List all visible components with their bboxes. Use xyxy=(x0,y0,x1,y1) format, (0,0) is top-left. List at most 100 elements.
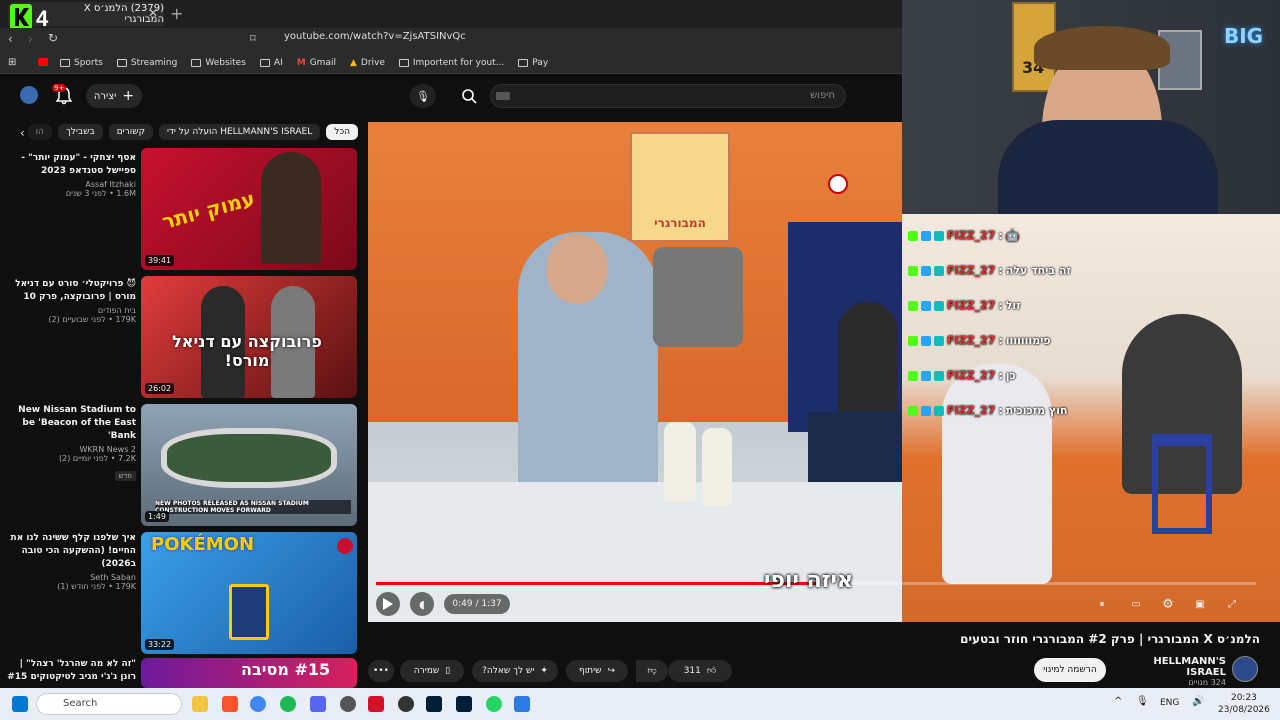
duration-badge: 33:22 xyxy=(145,639,175,650)
captions-button[interactable]: ▭ xyxy=(1124,592,1148,616)
no-smoking-sign xyxy=(828,174,848,194)
bookmark-drive[interactable]: ▲ Drive xyxy=(350,58,385,68)
account-avatar[interactable] xyxy=(20,86,38,104)
close-tab-icon[interactable]: ✕ xyxy=(148,6,158,20)
chip-related[interactable]: קשורים xyxy=(108,124,153,140)
kick-badge-icon xyxy=(908,230,918,241)
video-title[interactable]: איך שלפנו קלף ששינה לנו את החיים! (ההשקע… xyxy=(6,532,136,571)
man-head xyxy=(546,234,608,304)
video-title[interactable]: New Nissan Stadium to be 'Beacon of the … xyxy=(6,404,136,443)
subscriber-count: 324 מנויים xyxy=(1188,678,1226,687)
taskbar-search[interactable]: Search xyxy=(36,693,182,715)
video-title[interactable]: 😈 פרויקטלי׳ סורט עם דניאל מורס | פרובוקצ… xyxy=(6,278,136,304)
more-actions-button[interactable]: ••• xyxy=(368,660,394,682)
obs-icon[interactable] xyxy=(398,696,414,712)
spotify-icon[interactable] xyxy=(280,696,296,712)
mic-tray-icon[interactable]: 🎙 xyxy=(1136,696,1149,707)
volume-button[interactable]: ◖ xyxy=(410,592,434,616)
kick-badge-icon xyxy=(908,335,918,346)
keyboard-icon[interactable] xyxy=(496,92,510,100)
back-icon[interactable]: ‹ xyxy=(8,32,13,46)
search-input[interactable]: חיפוש xyxy=(490,84,846,108)
apps-grid-icon[interactable]: ⊞ xyxy=(8,57,16,68)
discord-icon[interactable] xyxy=(310,696,326,712)
sub-badge-icon xyxy=(921,300,931,311)
chat-message: FIZZ_27: פימווווווו xyxy=(908,323,1092,358)
clock-time: 20:23 xyxy=(1230,693,1257,703)
gift-badge-icon xyxy=(934,230,944,241)
chip-more[interactable]: הו xyxy=(27,124,52,140)
dislike-button[interactable]: 👎︎ xyxy=(636,660,668,682)
fullscreen-button[interactable]: ⤢ xyxy=(1220,592,1244,616)
brave-icon[interactable] xyxy=(222,696,238,712)
bookmark-websites[interactable]: Websites xyxy=(191,58,246,68)
video-thumbnail[interactable]: NEW PHOTOS RELEASED AS NISSAN STADIUM CO… xyxy=(141,404,357,526)
channel-name[interactable]: WKRN News 2 xyxy=(6,445,137,454)
notepad-icon[interactable] xyxy=(514,696,530,712)
whatsapp-icon[interactable] xyxy=(486,696,502,712)
related-video[interactable]: "זה לא מה שהרגל' רצהל" | רונן ג'ג'י מגיב… xyxy=(0,658,360,688)
pause-toggle-button[interactable]: ⏸ xyxy=(1090,592,1114,616)
channel-name[interactable]: Seth Saban xyxy=(6,573,136,582)
subscribe-button[interactable]: הרשמה למינוי xyxy=(1034,658,1106,682)
microphone-icon: 🎙 xyxy=(416,89,430,103)
new-tab-icon[interactable]: + xyxy=(170,4,183,23)
save-button[interactable]: ▯ שמירה xyxy=(400,660,464,682)
language-indicator[interactable]: ENG xyxy=(1160,698,1179,708)
photoshop-icon[interactable] xyxy=(456,696,472,712)
system-clock[interactable]: 20:23 23/08/2026 xyxy=(1218,692,1270,716)
video-thumbnail[interactable]: עמוק יותר 39:41 xyxy=(141,148,357,270)
video-stats: 7.2K • לפני יומיים (2) xyxy=(58,454,136,463)
chip-uploaded-by[interactable]: HELLMANN'S ISRAEL הועלה על ידי xyxy=(158,124,321,140)
video-thumbnail[interactable]: #15 מסיבה xyxy=(141,658,357,688)
like-button[interactable]: 👍︎ 311 xyxy=(668,660,732,682)
theater-button[interactable]: ▣ xyxy=(1188,592,1212,616)
mayo-bottle xyxy=(664,422,696,502)
youtube-bookmark-icon[interactable] xyxy=(38,58,48,66)
channel-info[interactable]: HELLMANN'S ISRAEL 324 מנויים xyxy=(1120,656,1226,687)
bookmarks-bar: ⊞ Sports Streaming Websites AI M Gmail ▲ D… xyxy=(0,52,902,74)
reload-icon[interactable]: ↻ xyxy=(48,31,58,45)
volume-tray-icon[interactable]: 🔊 xyxy=(1192,696,1204,707)
channel-name[interactable]: Assaf Itzhaki xyxy=(6,180,136,189)
search-button[interactable] xyxy=(452,84,486,108)
bookmark-importent[interactable]: Importent for yout... xyxy=(398,58,504,68)
video-thumbnail[interactable]: פרובוקצה עם דניאל מורס! 26:02 xyxy=(141,276,357,398)
chip-all[interactable]: הכל xyxy=(326,124,358,140)
card-shape xyxy=(229,584,269,640)
play-button[interactable] xyxy=(376,592,400,616)
channel-avatar[interactable] xyxy=(1232,656,1258,682)
bookmark-gmail[interactable]: M Gmail xyxy=(297,58,336,68)
settings-icon[interactable] xyxy=(340,696,356,712)
chrome-icon[interactable] xyxy=(250,696,266,712)
stadium-shape xyxy=(161,428,337,488)
bookmark-ai[interactable]: AI xyxy=(259,58,283,68)
video-player[interactable]: המבורגרי xyxy=(368,122,902,622)
url-field[interactable]: youtube.com/watch?v=ZjsATSINvQc xyxy=(284,31,466,42)
channel-name-main[interactable]: HELLMANN'S ISRAEL xyxy=(1120,656,1226,678)
bookmark-sports[interactable]: Sports xyxy=(60,58,103,68)
bookmark-icon[interactable]: ⌑ xyxy=(250,32,256,45)
bookmark-streaming[interactable]: Streaming xyxy=(116,58,177,68)
tray-chevron-icon[interactable]: ^ xyxy=(1114,696,1122,707)
forward-icon[interactable]: › xyxy=(28,32,33,46)
channel-name[interactable]: בית הפודים xyxy=(6,306,136,315)
video-title[interactable]: אסף יצחקי - "עמוק יותר" - ספיישל סטנדאפ … xyxy=(6,152,136,178)
settings-button[interactable]: ⚙ xyxy=(1156,592,1180,616)
create-button[interactable]: יצירה + xyxy=(86,84,142,108)
folder-icon xyxy=(259,58,270,67)
video-title[interactable]: "זה לא מה שהרגל' רצהל" | רונן ג'ג'י מגיב… xyxy=(6,658,136,684)
kick-badge-icon xyxy=(908,405,918,416)
file-explorer-icon[interactable] xyxy=(192,696,208,712)
share-button[interactable]: ↪ שיתוף xyxy=(566,660,628,682)
chat-username: FIZZ_27 xyxy=(947,404,996,417)
premiere-icon[interactable] xyxy=(426,696,442,712)
chip-for-you[interactable]: בשבילך xyxy=(57,124,103,140)
fullscreen-icon: ⤢ xyxy=(1228,598,1236,610)
windows-start-icon[interactable] xyxy=(12,696,28,712)
app-icon[interactable] xyxy=(368,696,384,712)
video-thumbnail[interactable]: POKÉMON 33:22 xyxy=(141,532,357,654)
bookmark-pay[interactable]: Pay xyxy=(518,58,548,68)
voice-search-button[interactable]: 🎙 xyxy=(410,84,436,108)
ask-button[interactable]: ✦ יש לך שאלה? xyxy=(472,660,558,682)
